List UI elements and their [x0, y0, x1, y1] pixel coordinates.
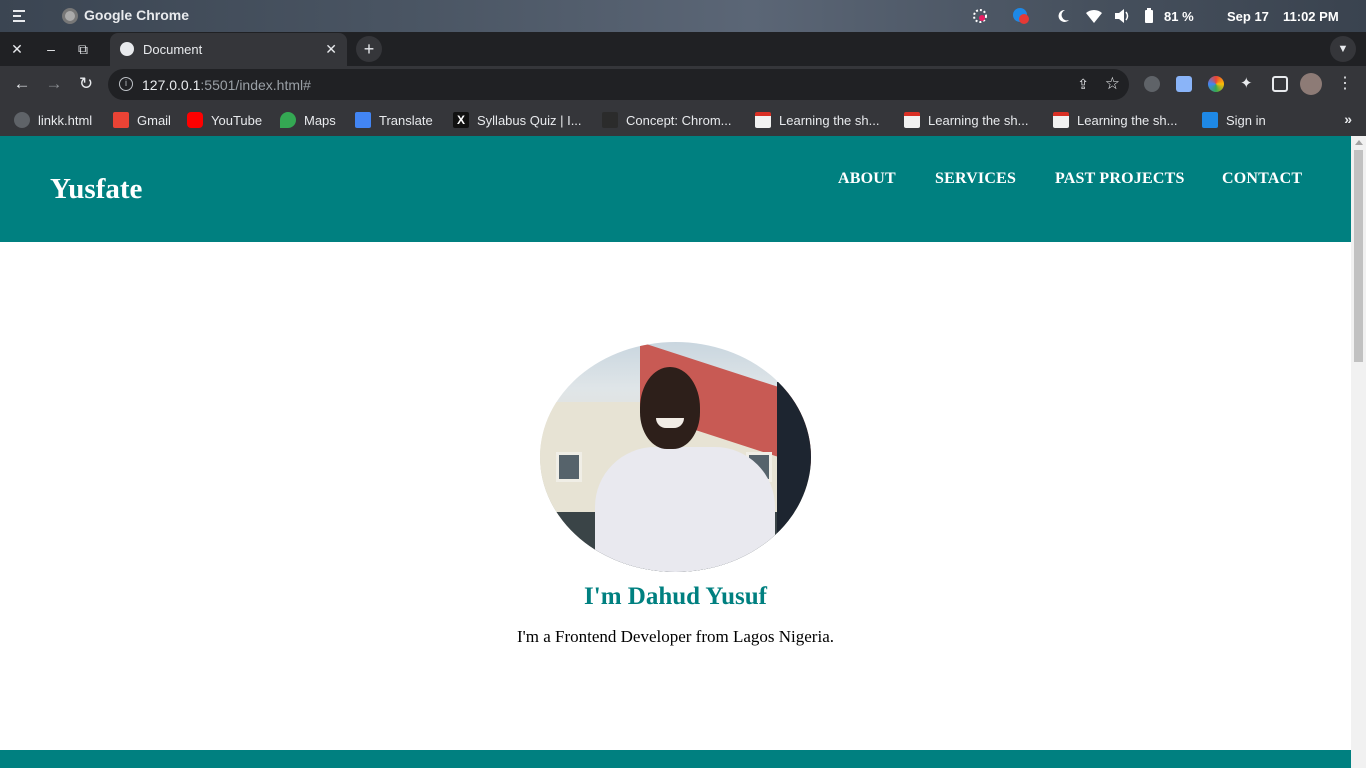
- restore-window-icon[interactable]: ⧉: [74, 40, 92, 58]
- menu-kebab-icon[interactable]: ⋮: [1337, 76, 1353, 92]
- reload-icon[interactable]: ↻: [76, 74, 96, 94]
- notification-icon[interactable]: [1012, 7, 1030, 25]
- hero-subtitle: I'm a Frontend Developer from Lagos Nige…: [517, 627, 834, 646]
- maps-icon: [280, 112, 296, 128]
- hero-title: I'm Dahud Yusuf: [584, 583, 767, 610]
- more-bookmarks-icon[interactable]: »: [1344, 111, 1352, 127]
- bookmark-label: linkk.html: [38, 112, 93, 128]
- os-top-bar: Google Chrome 81 % Sep 17 11:02 PM: [0, 0, 1366, 32]
- site-header: Yusfate ABOUT SERVICES PAST PROJECTS CON…: [0, 136, 1351, 242]
- side-panel-icon[interactable]: [1272, 76, 1288, 92]
- nav-past-projects-link[interactable]: PAST PROJECTS: [1055, 170, 1185, 188]
- bookmark-star-icon[interactable]: ☆: [1105, 74, 1120, 94]
- bookmark-item[interactable]: Learning the sh...: [755, 111, 879, 129]
- bookmark-item[interactable]: Learning the sh...: [904, 111, 1028, 129]
- footer-band: [0, 750, 1351, 768]
- bookmark-item[interactable]: Concept: Chrom...: [602, 111, 732, 129]
- bookmark-item[interactable]: YouTube: [187, 111, 262, 129]
- gmail-icon: [113, 112, 129, 128]
- translate-icon: [355, 112, 371, 128]
- bookmark-item[interactable]: Gmail: [113, 111, 171, 129]
- url-path: :5501/index.html#: [200, 77, 311, 93]
- scrollbar-thumb[interactable]: [1354, 150, 1363, 362]
- date-label[interactable]: Sep 17: [1227, 7, 1269, 25]
- battery-icon[interactable]: [1143, 7, 1155, 25]
- youtube-icon: [187, 112, 203, 128]
- bookmark-label: Learning the sh...: [1077, 112, 1178, 128]
- ibb-icon: [1202, 112, 1218, 128]
- extensions-puzzle-icon[interactable]: ✦: [1240, 76, 1256, 92]
- doc-icon: [1053, 112, 1069, 128]
- active-app-name: Google Chrome: [84, 7, 190, 23]
- share-icon[interactable]: ⇪: [1077, 76, 1089, 93]
- bookmark-label: YouTube: [211, 112, 263, 128]
- bookmark-item[interactable]: Translate: [355, 111, 433, 129]
- forward-arrow-icon[interactable]: →: [44, 74, 64, 94]
- page-scrollbar[interactable]: [1351, 136, 1366, 768]
- site-info-icon[interactable]: i: [119, 77, 133, 91]
- close-tab-icon[interactable]: ✕: [325, 41, 337, 58]
- chrome-app-icon: [62, 8, 78, 24]
- bookmark-label: Sign in: [1226, 112, 1266, 128]
- browser-toolbar: ← → ↻ i 127.0.0.1:5501/index.html# ⇪ ☆ ✦…: [0, 66, 1366, 103]
- back-arrow-icon[interactable]: ←: [12, 74, 32, 94]
- scroll-up-arrow-icon[interactable]: [1355, 140, 1363, 145]
- x-icon: X: [453, 112, 469, 128]
- url-text[interactable]: 127.0.0.1:5501/index.html#: [142, 77, 311, 93]
- extension-color-icon[interactable]: [1208, 76, 1224, 92]
- url-host: 127.0.0.1: [142, 77, 201, 93]
- extension-docs-icon[interactable]: [1176, 76, 1192, 92]
- site-brand[interactable]: Yusfate: [50, 173, 142, 206]
- bookmark-label: Learning the sh...: [779, 112, 880, 128]
- time-label[interactable]: 11:02 PM: [1283, 7, 1339, 25]
- minimize-window-icon[interactable]: –: [42, 40, 60, 58]
- globe-icon: [120, 42, 134, 56]
- night-light-icon[interactable]: [1055, 7, 1071, 25]
- bookmark-item[interactable]: Learning the sh...: [1053, 111, 1177, 129]
- page-viewport: Yusfate ABOUT SERVICES PAST PROJECTS CON…: [0, 136, 1351, 768]
- globe-icon: [14, 112, 30, 128]
- tab-document[interactable]: Document ✕: [110, 33, 347, 66]
- nav-about-link[interactable]: ABOUT: [838, 170, 896, 188]
- bookmark-item[interactable]: linkk.html: [14, 111, 92, 129]
- profile-photo: [540, 342, 811, 572]
- olx-icon: [602, 112, 618, 128]
- tab-strip: ✕ – ⧉ Document ✕ + ▼: [0, 32, 1366, 66]
- tray-app-icon[interactable]: [972, 7, 988, 25]
- bookmark-item[interactable]: Sign in: [1202, 111, 1266, 129]
- tab-title: Document: [143, 42, 203, 57]
- bookmark-label: Syllabus Quiz | I...: [477, 112, 582, 128]
- battery-percent: 81 %: [1164, 8, 1194, 24]
- bookmarks-bar: linkk.html Gmail YouTube Maps Translate …: [0, 103, 1366, 136]
- address-bar[interactable]: i 127.0.0.1:5501/index.html# ⇪ ☆: [108, 69, 1129, 100]
- avatar[interactable]: [1300, 73, 1322, 95]
- doc-icon: [755, 112, 771, 128]
- wifi-icon[interactable]: [1085, 7, 1103, 25]
- launcher-icon[interactable]: [11, 8, 27, 24]
- bookmark-label: Learning the sh...: [928, 112, 1029, 128]
- close-window-icon[interactable]: ✕: [8, 40, 26, 58]
- bookmark-label: Translate: [379, 112, 433, 128]
- new-tab-button[interactable]: +: [356, 36, 382, 62]
- nav-contact-link[interactable]: CONTACT: [1222, 170, 1302, 188]
- bookmark-label: Concept: Chrom...: [626, 112, 732, 128]
- extension-mouse-icon[interactable]: [1144, 76, 1160, 92]
- bookmark-item[interactable]: X Syllabus Quiz | I...: [453, 111, 582, 129]
- volume-icon[interactable]: [1113, 7, 1131, 25]
- nav-services-link[interactable]: SERVICES: [935, 170, 1016, 188]
- doc-icon: [904, 112, 920, 128]
- bookmark-label: Maps: [304, 112, 336, 128]
- tab-search-button[interactable]: ▼: [1330, 36, 1356, 62]
- bookmark-item[interactable]: Maps: [280, 111, 336, 129]
- bookmark-label: Gmail: [137, 112, 171, 128]
